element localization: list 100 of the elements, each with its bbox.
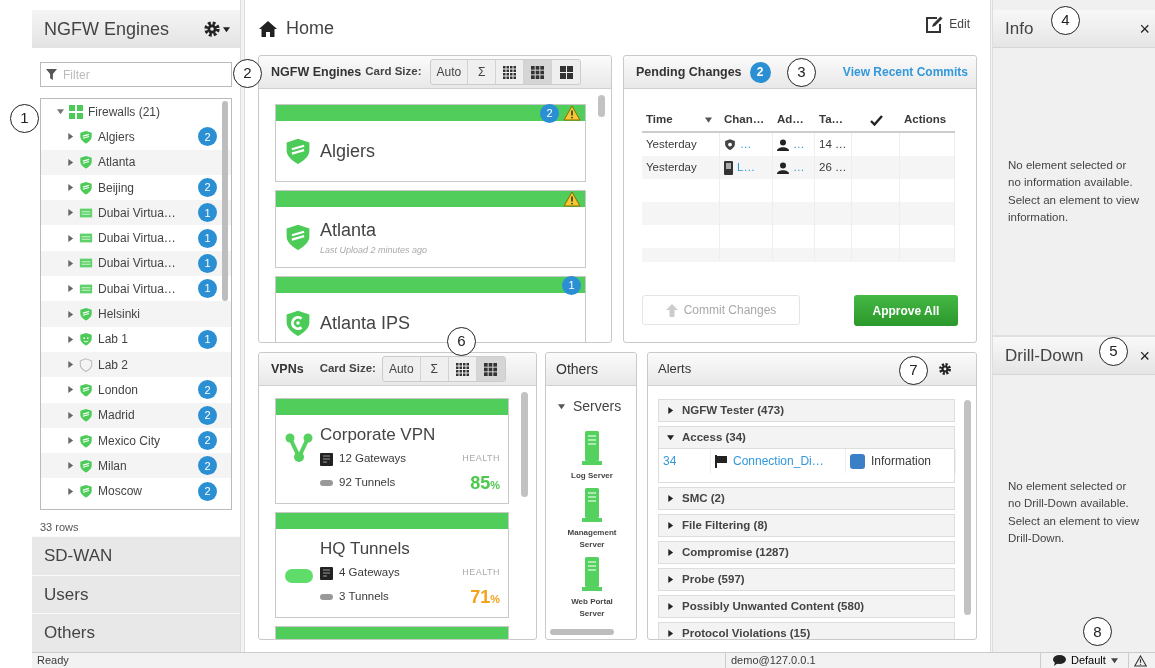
- flag-icon: [715, 454, 727, 468]
- count-badge: 2: [198, 380, 217, 400]
- info-message: No element selected or no information available. Select an element to view information.: [1008, 158, 1141, 225]
- card-size-button[interactable]: Auto: [430, 60, 469, 84]
- caret-icon: [67, 310, 74, 318]
- alert-group[interactable]: File Filtering (8): [658, 514, 955, 537]
- card-size-button[interactable]: [476, 357, 505, 381]
- column-header[interactable]: Ta…: [815, 109, 852, 133]
- count-badge: 1: [198, 253, 217, 273]
- column-header[interactable]: Actions: [900, 109, 955, 133]
- gear-icon: [938, 362, 952, 376]
- column-header[interactable]: Ad…: [773, 109, 815, 133]
- caret-icon: [67, 259, 74, 267]
- alert-group[interactable]: Protocol Violations (15): [658, 622, 955, 639]
- shield-icon: [79, 332, 93, 347]
- section-header[interactable]: Users: [32, 574, 240, 613]
- shield-icon: [724, 138, 736, 151]
- vpn-card[interactable]: Corporate VPN 12 Gateways HEALTH 92 Tunnels 85%: [275, 398, 509, 504]
- count-badge: 2: [540, 103, 559, 123]
- tree-item[interactable]: Beijing 2: [41, 174, 231, 201]
- card-size-button[interactable]: [524, 60, 553, 84]
- server-icon: [582, 431, 602, 467]
- section-header[interactable]: Others: [32, 613, 240, 652]
- health-value: 71%: [470, 585, 500, 609]
- tree-item[interactable]: Helsinki: [41, 301, 231, 327]
- card-size-button[interactable]: Σ: [468, 60, 497, 84]
- tree-item[interactable]: London 2: [41, 377, 231, 403]
- caret-icon: [67, 411, 74, 419]
- tree-item[interactable]: Dubai Virtua… 1: [41, 200, 231, 226]
- user-icon: [777, 161, 789, 174]
- caret-icon: [667, 434, 674, 441]
- tree-item[interactable]: Dubai Virtua… 1: [41, 225, 231, 251]
- engine-card[interactable]: 2 Algiers: [275, 104, 586, 182]
- close-button[interactable]: ×: [1137, 346, 1152, 365]
- shield-icon: [79, 180, 93, 195]
- tree-item[interactable]: Lab 2: [41, 351, 231, 378]
- section-header[interactable]: SD-WAN: [32, 536, 240, 575]
- tree-item[interactable]: Firewalls (21): [41, 99, 231, 125]
- user-status: demo@127.0.0.1: [725, 653, 1040, 668]
- column-header[interactable]: Time: [642, 109, 720, 133]
- alert-group[interactable]: Possibly Unwanted Content (580): [658, 595, 955, 618]
- shield-icon: [79, 408, 93, 423]
- user-icon: [777, 138, 789, 151]
- status-text: Ready: [36, 653, 70, 668]
- shield-icon: [79, 433, 93, 448]
- panel-title: Drill-Down: [1005, 344, 1084, 367]
- card-size-button[interactable]: Σ: [420, 357, 449, 381]
- alert-group[interactable]: Compromise (1287): [658, 541, 955, 564]
- engine-name: Atlanta: [320, 218, 378, 242]
- tree-item[interactable]: Atlanta: [41, 149, 231, 175]
- count-badge: 1: [198, 279, 217, 299]
- tree-item[interactable]: Algiers 2: [41, 124, 231, 150]
- tree-item[interactable]: Milan 2: [41, 453, 231, 479]
- profile-button[interactable]: Default: [1040, 653, 1128, 668]
- page-title: Home: [286, 17, 334, 40]
- health-label: HEALTH: [462, 452, 500, 466]
- network-icon: [285, 433, 313, 463]
- shield-icon: [284, 137, 312, 165]
- alert-group[interactable]: SMC (2): [658, 487, 955, 510]
- tree-item[interactable]: Madrid 2: [41, 402, 231, 428]
- count-badge: 2: [198, 481, 217, 501]
- scrollbar: [550, 629, 614, 635]
- server-icon: [582, 488, 602, 524]
- caret-icon: [67, 209, 74, 217]
- caret-icon: [57, 108, 64, 116]
- alert-group[interactable]: Access (34): [658, 426, 955, 449]
- tree-item[interactable]: Dubai Virtua… 1: [41, 276, 231, 302]
- close-button[interactable]: ×: [1137, 19, 1152, 38]
- tunnel-icon: [285, 569, 313, 583]
- count-badge: 1: [198, 228, 217, 248]
- server-item[interactable]: Log Server: [558, 431, 626, 482]
- server-item[interactable]: Web Portal Server: [558, 557, 626, 620]
- alert-group[interactable]: NGFW Tester (473): [658, 399, 955, 422]
- tree-item[interactable]: Lab 1 1: [41, 326, 231, 352]
- alert-group[interactable]: Probe (597): [658, 568, 955, 591]
- server-item[interactable]: Management Server: [558, 488, 626, 551]
- tree-item[interactable]: Dubai Virtua… 1: [41, 250, 231, 277]
- caret-icon: [223, 25, 230, 33]
- grid-size-icon: [484, 362, 498, 376]
- count-badge: 2: [749, 61, 771, 83]
- settings-button[interactable]: [938, 362, 952, 376]
- group-header[interactable]: Servers: [558, 396, 636, 417]
- engine-card[interactable]: Atlanta Last Upload 2 minutes ago: [275, 190, 586, 268]
- caret-icon: [667, 407, 674, 414]
- filter-icon: [46, 69, 57, 80]
- severity-label: Information: [871, 453, 932, 470]
- vpn-card[interactable]: HQ Tunnels 4 Gateways HEALTH 3 Tunnels 71%: [275, 512, 509, 618]
- gateway-icon: [320, 452, 333, 466]
- tree-item[interactable]: Moscow 2: [41, 478, 231, 504]
- engine-name: Algiers: [320, 139, 376, 163]
- gateway-icon: [320, 566, 333, 580]
- edit-button[interactable]: Edit: [925, 15, 970, 33]
- count-badge: 1: [198, 203, 217, 223]
- tree-item[interactable]: Mexico City 2: [41, 427, 231, 454]
- vpn-name: HQ Tunnels: [320, 538, 411, 560]
- card-size-button[interactable]: Auto: [382, 357, 421, 381]
- caret-icon: [67, 487, 74, 495]
- filter-field[interactable]: Filter: [40, 62, 232, 87]
- tunnel-count: 92 Tunnels: [339, 475, 396, 491]
- column-header[interactable]: Chan…: [720, 109, 773, 133]
